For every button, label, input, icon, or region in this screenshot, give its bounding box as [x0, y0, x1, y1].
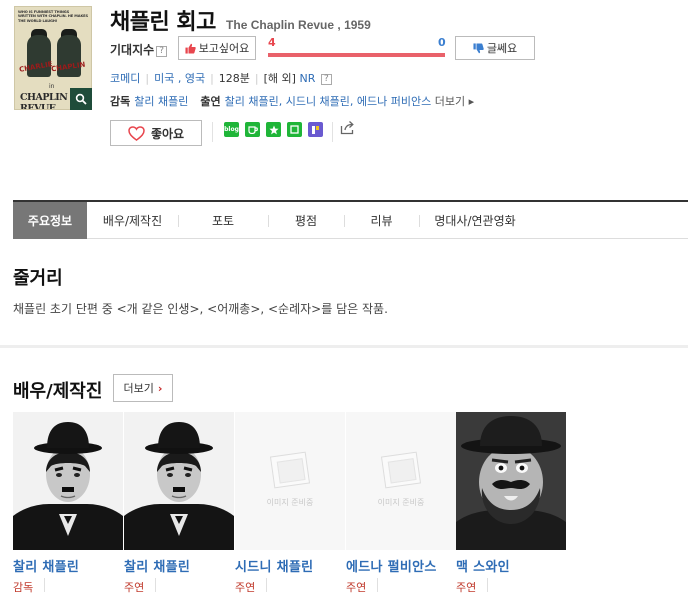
- poster-tagline: WHO IS FUNNIEST THINGS WRITTEN WITH CHAP…: [18, 10, 88, 23]
- share-icon[interactable]: [340, 120, 356, 138]
- person-role: 주연: [456, 581, 477, 594]
- country-link[interactable]: 미국 , 영국: [154, 72, 205, 85]
- tab-rating[interactable]: 평점: [268, 202, 344, 239]
- like-button[interactable]: 좋아요: [110, 120, 202, 146]
- cast-card[interactable]: 찰리 채플린 주연: [124, 412, 234, 597]
- cast-card[interactable]: 찰리 채플린 감독: [13, 412, 123, 597]
- runtime: 128분: [218, 72, 250, 85]
- person-role: 주연: [124, 581, 145, 594]
- director-link[interactable]: 찰리 채플린: [134, 95, 188, 108]
- movie-title-row: 채플린 회고 The Chaplin Revue , 1959: [110, 4, 371, 36]
- heart-icon: [128, 125, 145, 141]
- movie-title: 채플린 회고: [110, 10, 216, 35]
- genre-link[interactable]: 코메디: [110, 72, 140, 85]
- cast-card[interactable]: 이미지 준비중 에드나 펄비안스 주연: [346, 412, 456, 597]
- bookmark-share-icon[interactable]: [266, 122, 281, 137]
- tab-quotes-related[interactable]: 명대사/연관영화: [419, 202, 531, 239]
- person-role: 감독: [13, 581, 34, 594]
- person-name[interactable]: 찰리 채플린: [13, 556, 119, 575]
- director-label: 감독: [110, 95, 131, 108]
- movie-meta: 코메디 | 미국 , 영국 | 128분 | [해 외] NR ?: [110, 70, 332, 86]
- expectation-bar: [268, 53, 445, 57]
- person-photo[interactable]: [124, 412, 234, 550]
- cast-label: 출연: [200, 95, 221, 108]
- placeholder-text: 이미지 준비중: [377, 498, 425, 507]
- swain-photo: [456, 412, 566, 550]
- person-photo[interactable]: [13, 412, 123, 550]
- person-photo[interactable]: [456, 412, 566, 550]
- cast-card[interactable]: 이미지 준비중 시드니 채플린 주연: [235, 412, 345, 597]
- person-name[interactable]: 찰리 채플린: [124, 556, 230, 575]
- chevron-right-icon: ›: [157, 381, 163, 395]
- tab-main-info[interactable]: 주요정보: [13, 202, 87, 239]
- image-placeholder-icon: [269, 451, 311, 489]
- cast-card[interactable]: 맥 스와인 주연: [456, 412, 566, 597]
- placeholder-text: 이미지 준비중: [266, 498, 314, 507]
- skip-count: 0: [438, 36, 446, 49]
- want-to-see-button[interactable]: 보고싶어요: [178, 36, 256, 60]
- person-name[interactable]: 에드나 펄비안스: [346, 556, 452, 575]
- post-share-icon[interactable]: [308, 122, 323, 137]
- thumbs-down-icon: [473, 42, 484, 53]
- rating-link[interactable]: NR: [299, 72, 315, 85]
- person-name[interactable]: 맥 스와인: [456, 556, 562, 575]
- image-placeholder-icon: [380, 451, 422, 489]
- cafe-share-icon[interactable]: [245, 122, 260, 137]
- help-icon[interactable]: ?: [156, 46, 168, 57]
- chaplin-photo: [124, 412, 234, 550]
- synopsis-heading: 줄거리: [13, 268, 63, 289]
- credits-more-link[interactable]: 더보기 ▸: [435, 95, 474, 108]
- cast-more-button[interactable]: 더보기 ›: [113, 374, 173, 402]
- tab-bar: 주요정보 배우/제작진 포토 평점 리뷰 명대사/연관영화: [13, 200, 688, 239]
- person-photo-placeholder[interactable]: 이미지 준비중: [235, 412, 345, 550]
- not-sure-button[interactable]: 글쎄요: [455, 36, 535, 60]
- tab-cast-crew[interactable]: 배우/제작진: [87, 202, 178, 239]
- tab-review[interactable]: 리뷰: [344, 202, 419, 239]
- credits-row: 감독 찰리 채플린 출연 찰리 채플린, 시드니 채플린, 에드나 퍼비안스 더보기 …: [110, 93, 474, 109]
- rating-help-icon[interactable]: ?: [320, 74, 332, 85]
- person-role: 주연: [235, 581, 256, 594]
- tab-photo[interactable]: 포토: [178, 202, 268, 239]
- thumbs-up-icon: [185, 43, 196, 54]
- want-count: 4: [268, 36, 276, 49]
- expectation-label: 기대지수?: [110, 41, 168, 58]
- rating-prefix: [해 외]: [263, 72, 296, 85]
- section-divider: [0, 345, 688, 348]
- magnifier-icon: [75, 93, 87, 105]
- blog-share-icon[interactable]: blog: [224, 122, 239, 137]
- cast-crew-heading: 배우/제작진: [13, 381, 103, 402]
- synopsis-text: 채플린 초기 단편 중 <개 같은 인생>, <어깨총>, <순례자>를 담은 …: [13, 302, 388, 316]
- original-title: The Chaplin Revue , 1959: [226, 18, 371, 32]
- memo-share-icon[interactable]: [287, 122, 302, 137]
- person-role: 주연: [346, 581, 367, 594]
- person-photo-placeholder[interactable]: 이미지 준비중: [346, 412, 456, 550]
- person-name[interactable]: 시드니 채플린: [235, 556, 341, 575]
- poster-zoom-button[interactable]: [70, 88, 92, 110]
- cast-links[interactable]: 찰리 채플린, 시드니 채플린, 에드나 퍼비안스: [225, 95, 432, 108]
- chaplin-photo: [13, 412, 123, 550]
